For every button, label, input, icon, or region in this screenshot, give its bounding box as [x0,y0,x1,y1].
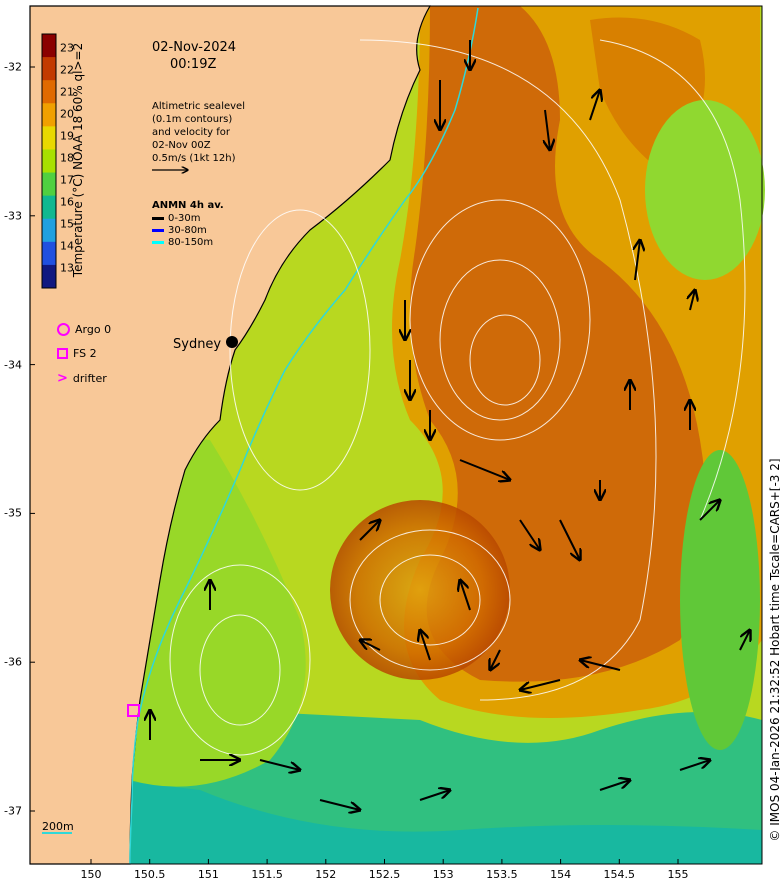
altimetry-line-1: Altimetric sealevel [152,101,245,112]
x-tick-label: 154.5 [603,868,636,881]
y-tick-label: -36 [4,655,22,669]
map-date: 02-Nov-2024 [152,40,237,55]
y-tick-label: -35 [4,506,22,520]
colorbar-segment [42,126,56,150]
altimetry-note: Altimetric sealevel (0.1m contours) and … [152,100,245,165]
x-tick-label: 150 [80,868,102,881]
colorbar-segment [42,34,56,58]
colorbar [41,33,57,289]
y-tick-label: -32 [4,60,22,74]
x-tick-label: 155 [667,868,689,881]
colorbar-segment [42,241,56,266]
altimetry-line-2: (0.1m contours) [152,114,233,125]
drifter-chevron-icon: > [57,371,68,386]
altimetry-line-4: 02-Nov 00Z [152,140,211,151]
anmn-swatch-cyan [152,241,164,244]
legend-argo: Argo 0 [57,323,111,336]
colorbar-segment [42,80,56,104]
colorbar-segment [42,103,56,127]
map-time: 00:19Z [170,57,217,72]
anmn-item-80-150: 80-150m [152,237,213,248]
x-tick-label: 153.5 [486,868,518,881]
anmn-item-30-80: 30-80m [152,225,207,236]
altimetry-line-5: 0.5m/s (1kt 12h) [152,153,236,164]
colorbar-segment [42,195,56,220]
anmn-title: ANMN 4h av. [152,200,224,211]
argo-circle-icon [57,323,70,336]
y-tick-label: -37 [4,804,22,818]
x-tick-label: 150.5 [133,868,166,881]
colorbar-segment [42,218,56,243]
colorbar-segment [42,149,56,174]
anmn-swatch-black [152,217,164,220]
sst-map: 02-Nov-2024 00:19Z Altimetric sealevel (… [0,0,780,890]
colorbar-title: Temperature (°C) NOAA 18 60% ql>=2 [71,42,85,278]
x-tick-label: 151.5 [251,868,283,881]
x-tick-label: 151 [197,868,219,881]
cool-water-east [680,450,760,750]
legend-fs: FS 2 [57,347,97,360]
legend-drifter: > drifter [57,371,107,386]
sst-map-canvas [29,5,765,865]
isobath-label: 200m [42,820,74,833]
sydney-dot [226,336,238,348]
x-tick-label: 152 [315,868,337,881]
x-tick-label: 152.5 [368,868,401,881]
y-tick-label: -33 [4,209,22,223]
cool-eddy-ne [645,100,765,280]
x-tick-label: 154 [550,868,572,881]
sydney-label: Sydney [173,337,222,352]
credit-text: © IMOS 04-Jan-2026 21:32:52 Hobart time … [768,458,780,841]
colorbar-segment [42,264,56,289]
fs-square-icon [57,348,68,359]
y-tick-label: -34 [4,358,22,372]
colorbar-segment [42,57,56,81]
x-tick-label: 153 [432,868,454,881]
anmn-item-0-30: 0-30m [152,213,200,224]
colorbar-segment [42,172,56,197]
anmn-swatch-blue [152,229,164,232]
altimetry-line-3: and velocity for [152,127,231,138]
